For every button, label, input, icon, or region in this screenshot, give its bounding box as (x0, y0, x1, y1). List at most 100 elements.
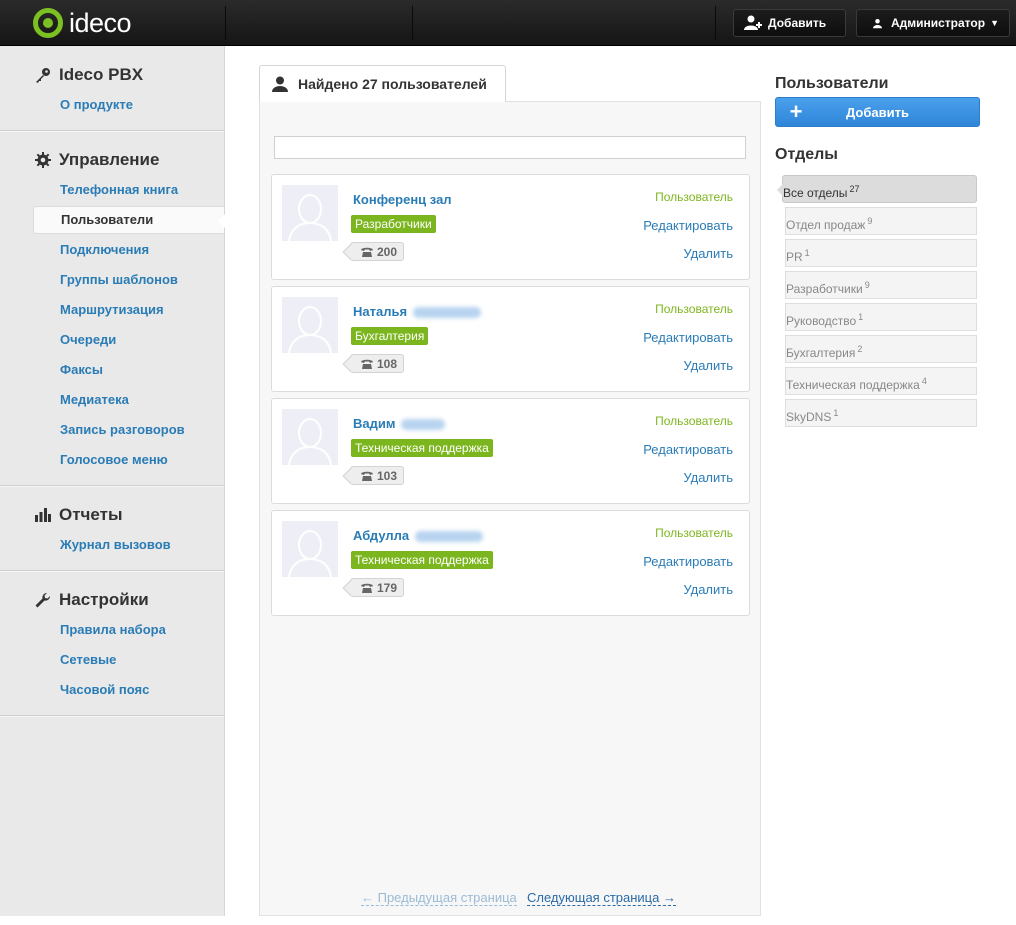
edit-user-link[interactable]: Редактировать (643, 330, 733, 345)
sidebar-heading: Ideco PBX (0, 60, 224, 90)
sidebar-item-network[interactable]: Сетевые (0, 645, 224, 675)
delete-user-link[interactable]: Удалить (683, 582, 733, 597)
sidebar-heading: Управление (0, 145, 224, 175)
extension-badge: 103 (350, 466, 405, 485)
user-first-name: Вадим (353, 416, 396, 431)
sidebar-item-template-groups[interactable]: Группы шаблонов (0, 265, 224, 295)
users-panel: Конференц зал Разработчики 200 Пользоват… (259, 101, 761, 916)
sidebar-item-about[interactable]: О продукте (0, 90, 224, 120)
sidebar-section-pbx: Ideco PBX О продукте (0, 46, 224, 131)
phone-icon (361, 471, 373, 481)
next-page-link[interactable]: Следующая страница → (527, 891, 676, 906)
sidebar-item-phonebook[interactable]: Телефонная книга (0, 175, 224, 205)
department-filter-item[interactable]: Техническая поддержка 4 (785, 367, 977, 395)
department-name: SkyDNS (786, 410, 832, 424)
department-name: PR (786, 250, 803, 264)
department-name: Бухгалтерия (786, 346, 856, 360)
sidebar-heading: Отчеты (0, 500, 224, 530)
add-user-top-label: Добавить (768, 16, 827, 30)
user-first-name: Наталья (353, 304, 408, 319)
sidebar-item-routing[interactable]: Маршрутизация (0, 295, 224, 325)
admin-menu-button[interactable]: Администратор ▼ (856, 9, 1010, 37)
department-filter-item[interactable]: PR 1 (785, 239, 977, 267)
department-count: 1 (833, 408, 839, 418)
department-count: 27 (849, 184, 860, 194)
sidebar-section-settings: Настройки Правила набора Сетевые Часовой… (0, 571, 224, 716)
user-role: Пользователь (655, 190, 733, 204)
add-user-top-button[interactable]: Добавить (733, 9, 846, 37)
extension-number: 200 (377, 244, 398, 259)
edit-user-link[interactable]: Редактировать (643, 218, 733, 233)
sidebar-item-faxes[interactable]: Факсы (0, 355, 224, 385)
search-input[interactable] (274, 136, 746, 159)
bar-chart-icon (35, 508, 51, 522)
department-filter-all[interactable]: Все отделы 27 (777, 175, 977, 203)
tab-users-found[interactable]: Найдено 27 пользователей (259, 65, 506, 102)
sidebar-item-timezone[interactable]: Часовой пояс (0, 675, 224, 705)
department-name: Все отделы (783, 186, 848, 200)
sidebar-item-voice-menu[interactable]: Голосовое меню (0, 445, 224, 475)
delete-user-link[interactable]: Удалить (683, 470, 733, 485)
department-filter-item[interactable]: SkyDNS 1 (785, 399, 977, 427)
plus-icon: + (789, 99, 803, 124)
avatar (282, 521, 338, 577)
departments-title: Отделы (775, 146, 838, 163)
user-card: Абдулла Техническая поддержка 179 Пользо… (271, 510, 750, 616)
user-silhouette-icon (288, 306, 332, 353)
logo-text: ideco (69, 7, 132, 38)
logo[interactable]: ideco (33, 7, 132, 39)
phone-icon (361, 247, 373, 257)
department-count: 4 (921, 376, 927, 386)
user-card: Вадим Техническая поддержка 103 Пользова… (271, 398, 750, 504)
department-name: Техническая поддержка (786, 378, 920, 392)
admin-label: Администратор (890, 16, 986, 30)
divider (412, 6, 413, 40)
department-badge: Бухгалтерия (351, 327, 429, 345)
sidebar-heading-label: Управление (59, 150, 160, 169)
phone-icon (361, 359, 373, 369)
user-first-name: Конференц зал (353, 192, 452, 207)
extension-number: 108 (377, 356, 398, 371)
edit-user-link[interactable]: Редактировать (643, 554, 733, 569)
sidebar-item-users[interactable]: Пользователи (33, 206, 225, 234)
delete-user-link[interactable]: Удалить (683, 246, 733, 261)
sidebar-item-call-log[interactable]: Журнал вызовов (0, 530, 224, 560)
user-name-link[interactable]: Абдулла (353, 528, 484, 543)
users-section-title: Пользователи (775, 75, 889, 92)
extension-badge: 200 (350, 242, 405, 261)
user-first-name: Абдулла (353, 528, 410, 543)
sidebar: Ideco PBX О продукте Управление Телефонн… (0, 46, 225, 916)
sidebar-heading-label: Отчеты (59, 505, 123, 524)
sidebar-heading-label: Ideco PBX (59, 65, 144, 84)
user-name-link[interactable]: Конференц зал (353, 192, 452, 207)
user-silhouette-icon (288, 194, 332, 241)
divider (715, 6, 716, 40)
key-icon (36, 68, 50, 83)
blurred-surname (415, 531, 484, 543)
user-name-link[interactable]: Вадим (353, 416, 446, 431)
department-filter-item[interactable]: Разработчики 9 (785, 271, 977, 299)
user-role: Пользователь (655, 526, 733, 540)
add-user-button[interactable]: + Добавить (775, 97, 980, 127)
sidebar-item-connections[interactable]: Подключения (0, 235, 224, 265)
top-bar: ideco Добавить Администратор ▼ (0, 0, 1016, 46)
sidebar-item-call-recording[interactable]: Запись разговоров (0, 415, 224, 445)
sidebar-item-media-library[interactable]: Медиатека (0, 385, 224, 415)
department-count: 1 (804, 248, 810, 258)
department-filter-item[interactable]: Бухгалтерия 2 (785, 335, 977, 363)
delete-user-link[interactable]: Удалить (683, 358, 733, 373)
sidebar-item-dial-rules[interactable]: Правила набора (0, 615, 224, 645)
extension-badge: 108 (350, 354, 405, 373)
extension-number: 103 (377, 468, 398, 483)
department-filter-item[interactable]: Отдел продаж 9 (785, 207, 977, 235)
edit-user-link[interactable]: Редактировать (643, 442, 733, 457)
sidebar-section-management: Управление Телефонная книга Пользователи… (0, 131, 225, 486)
sidebar-heading-label: Настройки (59, 590, 149, 609)
user-silhouette-icon (288, 418, 332, 465)
department-filter-item[interactable]: Руководство 1 (785, 303, 977, 331)
extension-number: 179 (377, 580, 398, 595)
department-badge: Техническая поддержка (351, 439, 493, 457)
user-name-link[interactable]: Наталья (353, 304, 482, 319)
sidebar-item-queues[interactable]: Очереди (0, 325, 224, 355)
department-name: Отдел продаж (786, 218, 866, 232)
